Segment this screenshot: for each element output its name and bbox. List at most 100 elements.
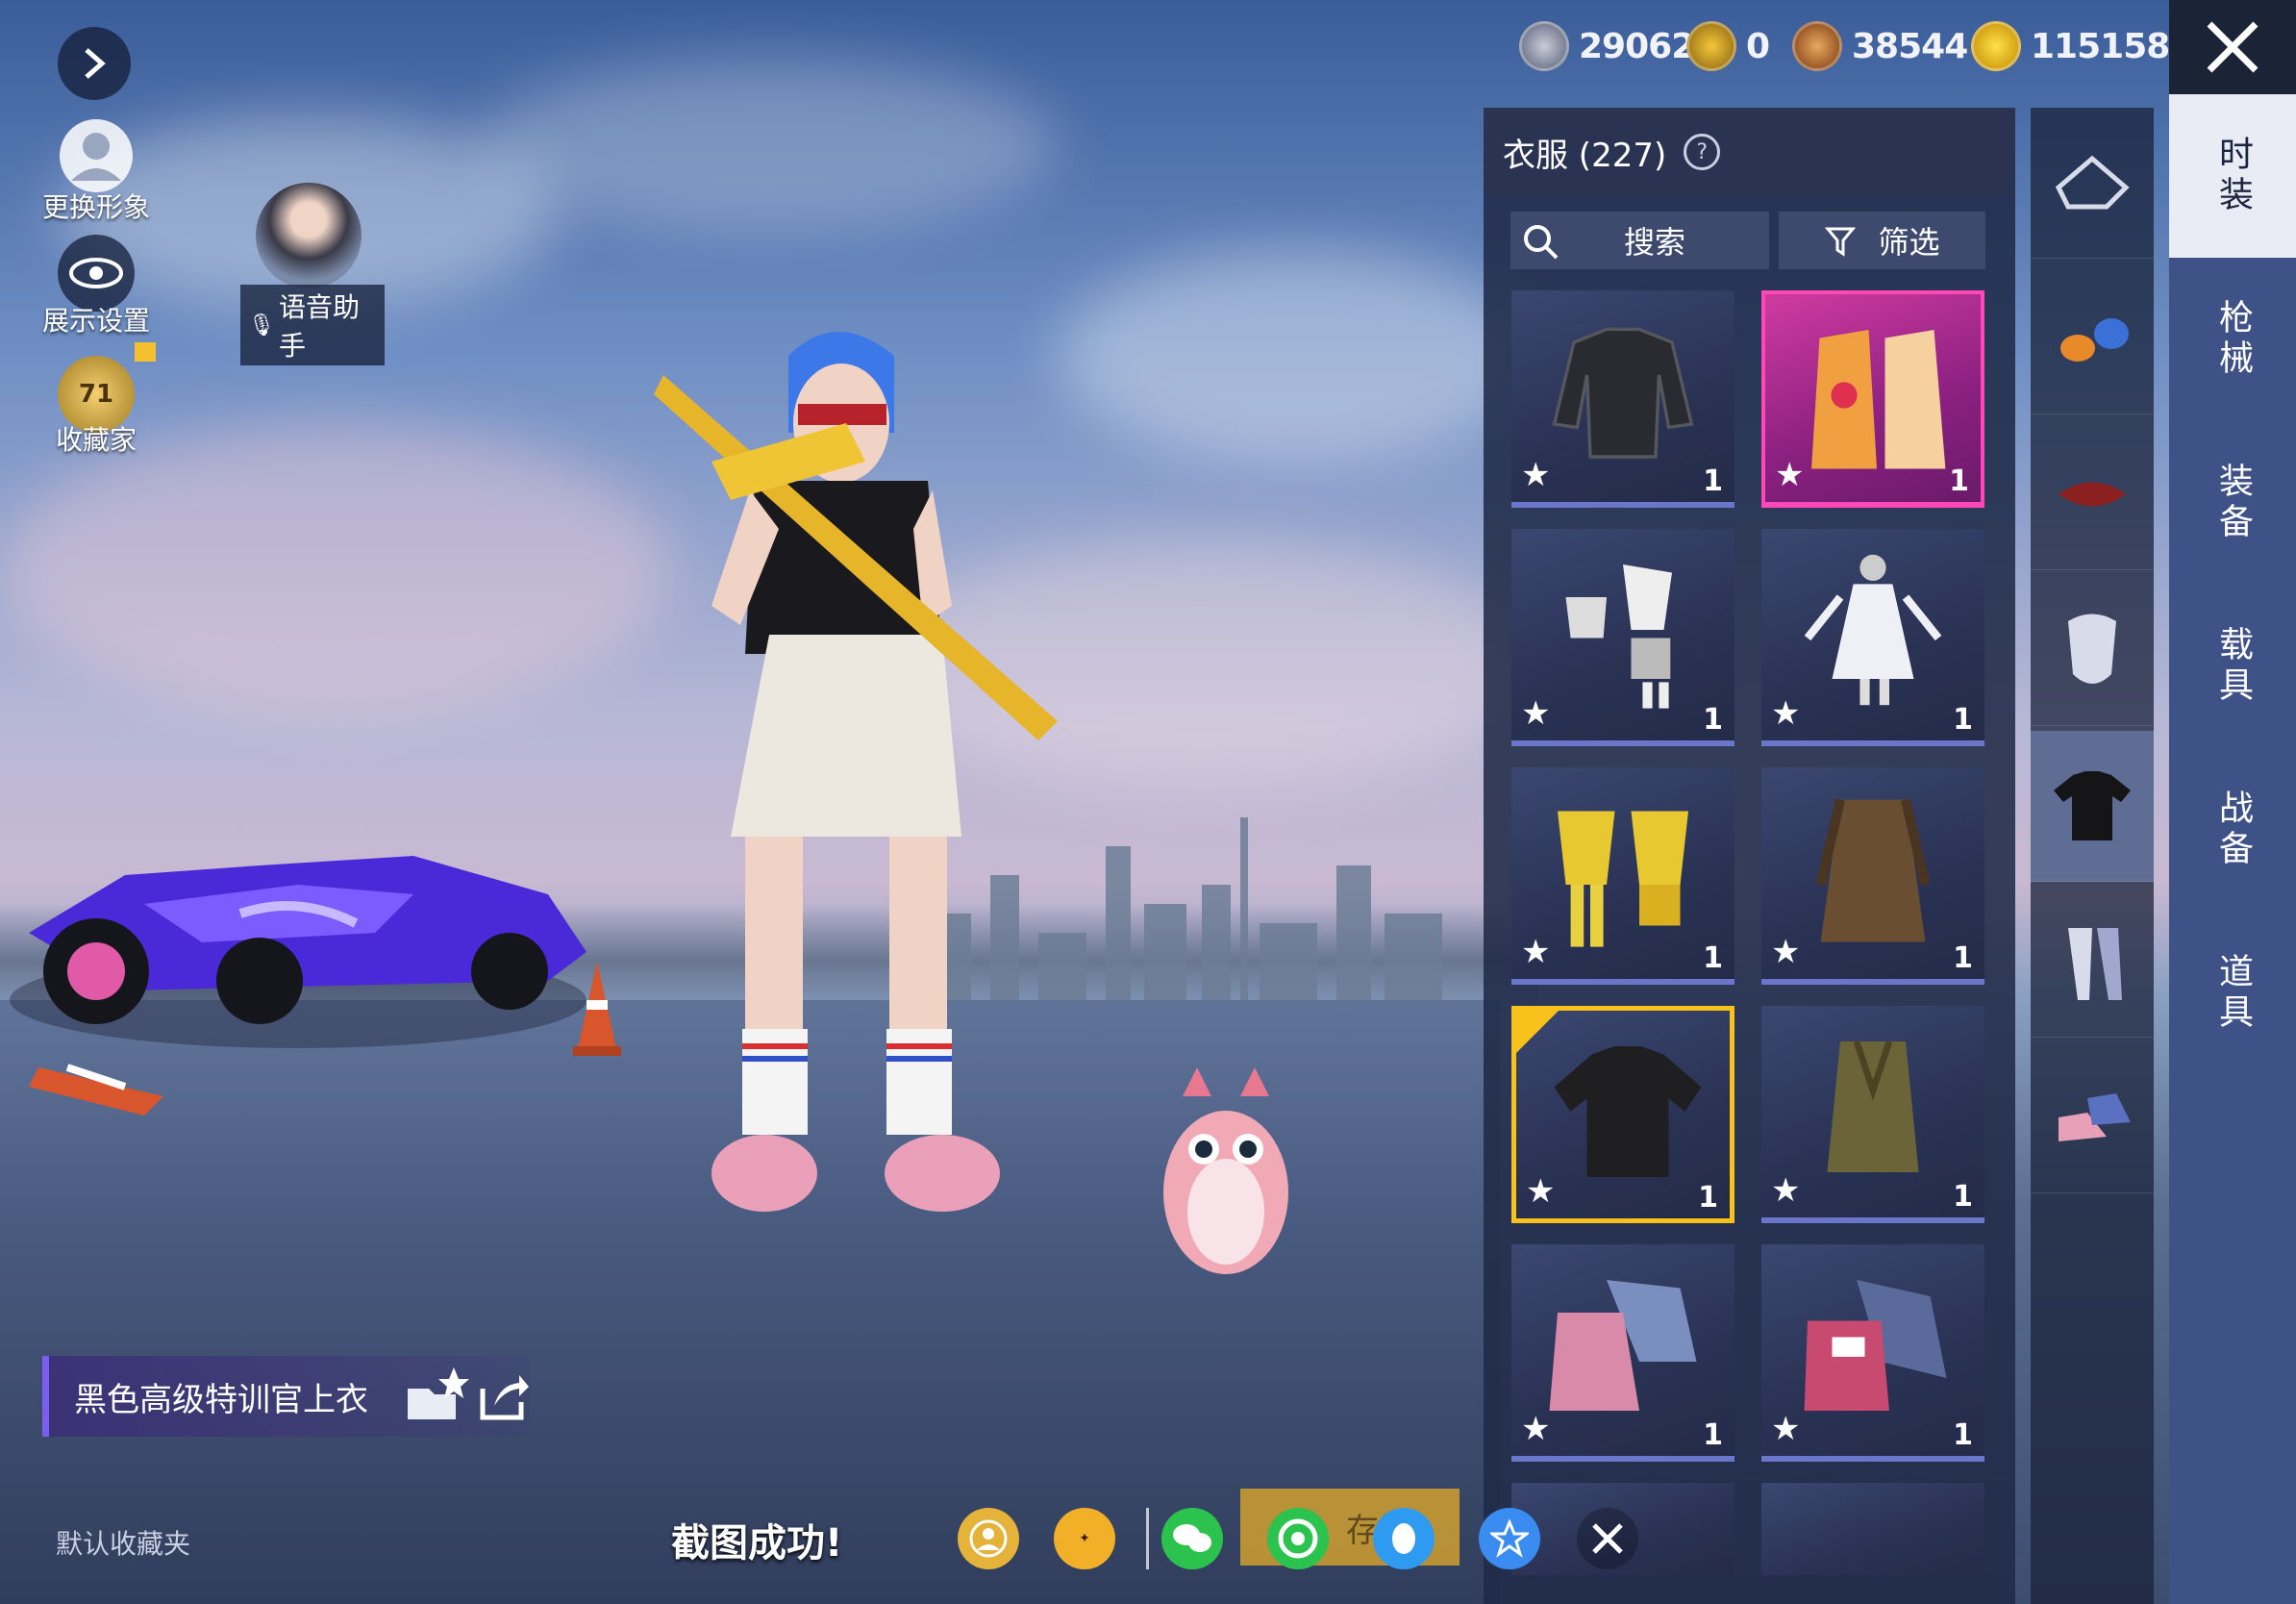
share-qq-button[interactable] [1373, 1508, 1435, 1569]
currency-bronze[interactable]: 38544 [1792, 17, 1968, 75]
white-summer-outfit-icon [1565, 564, 1672, 709]
chevron-right-icon [85, 48, 106, 79]
star-icon: ★ [1775, 456, 1805, 494]
shoes-icon [2059, 1093, 2131, 1141]
filter-label: 筛选 [1878, 224, 1940, 261]
display-settings-button[interactable]: 展示设置 [19, 235, 173, 340]
close-icon [2207, 21, 2259, 73]
share-friends-button[interactable] [958, 1508, 1019, 1569]
item-tile-partial[interactable] [1761, 1483, 1984, 1575]
category-shirt[interactable] [2031, 731, 2154, 882]
item-count: 1 [1953, 1180, 1973, 1214]
help-icon[interactable]: ? [1684, 134, 1721, 170]
share-wechat-button[interactable] [1161, 1508, 1223, 1569]
voice-assistant-button[interactable]: 🎙 语音助手 [240, 183, 385, 365]
star-icon [1490, 1519, 1529, 1558]
mask-icon [2059, 482, 2126, 507]
currency-gold-token[interactable]: 0 [1686, 17, 1770, 75]
tab-label: 装备 [2213, 463, 2253, 543]
tab-combat-gear[interactable]: 战备 [2169, 748, 2296, 912]
tab-label: 载具 [2213, 626, 2253, 707]
category-column [2031, 108, 2154, 1604]
close-button[interactable] [2169, 0, 2296, 94]
microphone-icon: 🎙 [248, 313, 275, 338]
category-glasses[interactable] [2031, 263, 2154, 414]
item-tile[interactable]: ★ 1 [1761, 529, 1984, 746]
tab-label: 道具 [2213, 953, 2253, 1034]
item-count: 1 [1949, 464, 1969, 498]
floral-kimono-set-icon [1811, 330, 1946, 469]
tab-vehicles[interactable]: 载具 [2169, 585, 2296, 748]
change-avatar-button[interactable]: 更换形象 [19, 117, 173, 223]
screenshot-success-toast: 截图成功! [671, 1521, 843, 1566]
item-tile[interactable]: ★ 1 [1511, 529, 1734, 746]
item-tile[interactable]: ★ 1 [1761, 1244, 1984, 1462]
item-tile[interactable]: ★ 1 [1511, 290, 1734, 508]
favorite-star-folder-icon [408, 1367, 469, 1419]
player-character [654, 332, 1058, 1212]
item-count: 1 [1703, 464, 1723, 498]
currency-value: 29062 [1579, 26, 1695, 66]
gift-icon [135, 342, 156, 362]
bronze-coin-icon [1792, 21, 1842, 71]
share-icon [480, 1375, 529, 1420]
item-tile[interactable]: ★ 1 [1511, 767, 1734, 985]
category-face[interactable] [2031, 575, 2154, 726]
share-moments-button[interactable] [1267, 1508, 1329, 1569]
currency-lightning[interactable]: 1151580 [1971, 17, 2193, 75]
voice-assistant-label-box: 🎙 语音助手 [240, 285, 385, 365]
filter-button[interactable]: 筛选 [1779, 212, 1985, 269]
silver-medal-icon [1519, 21, 1569, 71]
currency-silver[interactable]: 29062 [1519, 17, 1695, 75]
olive-vest-icon [1827, 1040, 1919, 1172]
star-icon: ★ [1521, 933, 1551, 971]
item-count: 1 [1953, 703, 1973, 737]
change-avatar-label: 更换形象 [41, 191, 150, 223]
pants-icon [2068, 928, 2122, 1000]
tab-weapons[interactable]: 枪械 [2169, 258, 2296, 421]
traffic-cone [29, 1064, 163, 1115]
star-icon: ★ [1526, 1172, 1556, 1211]
tab-label: 战备 [2213, 789, 2253, 870]
game-logo-icon: ✦ [1079, 1531, 1090, 1546]
display-settings-label: 展示设置 [41, 305, 150, 337]
tab-equipment[interactable]: 装备 [2169, 421, 2296, 585]
black-henley-shirt-icon [1554, 1046, 1702, 1177]
tab-fashion[interactable]: 时装 [2169, 94, 2296, 258]
wechat-icon [1173, 1524, 1211, 1552]
inventory-panel: 衣服 (227) ? 搜索 筛选 ★ 1 ★ 1 ★ 1 ★ 1 ★ 1 ★ 1 [1484, 108, 2015, 1604]
star-icon: ★ [1771, 1410, 1801, 1448]
category-hat[interactable] [2031, 108, 2154, 259]
category-shoes[interactable] [2031, 1042, 2154, 1193]
close-share-button[interactable] [1577, 1508, 1638, 1569]
item-tile[interactable]: ★ 1 [1761, 767, 1984, 985]
share-game-button[interactable]: ✦ [1054, 1508, 1115, 1569]
search-button[interactable]: 搜索 [1510, 212, 1769, 269]
star-icon: ★ [1521, 456, 1551, 494]
expand-button[interactable] [58, 27, 131, 100]
glasses-icon [2060, 318, 2129, 362]
share-qzone-button[interactable] [1479, 1508, 1540, 1569]
star-icon: ★ [1521, 1410, 1551, 1448]
tab-props[interactable]: 道具 [2169, 912, 2296, 1075]
item-count: 1 [1703, 703, 1723, 737]
collector-button[interactable]: 71 收藏家 [19, 342, 173, 462]
item-tile[interactable]: ★ 1 [1511, 1244, 1734, 1462]
qq-penguin-icon [1392, 1523, 1415, 1554]
person-icon [60, 119, 133, 192]
category-mask[interactable] [2031, 419, 2154, 570]
item-tile[interactable]: ★ 1 [1761, 290, 1984, 508]
default-favorites-label[interactable]: 默认收藏夹 [56, 1523, 190, 1562]
item-tile[interactable]: ★ 1 [1761, 1006, 1984, 1223]
favorite-button[interactable] [404, 1366, 469, 1423]
share-item-button[interactable] [477, 1369, 531, 1423]
person-circle-icon [969, 1519, 1008, 1558]
pink-sport-jacket-icon [1804, 1280, 1947, 1411]
category-pants[interactable] [2031, 887, 2154, 1038]
close-icon [1592, 1523, 1623, 1554]
item-count: 1 [1953, 1418, 1973, 1452]
black-leather-jacket-icon [1552, 327, 1694, 459]
gold-token-icon [1686, 21, 1736, 71]
face-icon [2068, 614, 2116, 684]
item-tile-selected[interactable]: ★ 1 [1511, 1006, 1734, 1223]
